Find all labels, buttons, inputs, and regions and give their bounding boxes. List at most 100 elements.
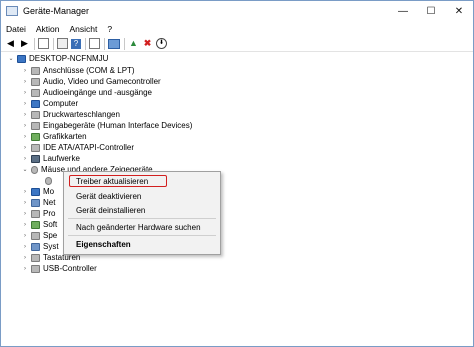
expand-icon[interactable]: ›: [21, 156, 29, 162]
printer-icon: [31, 110, 40, 119]
tree-item-druckwarteschlangen[interactable]: › Druckwarteschlangen: [21, 109, 120, 120]
hid-icon: [31, 121, 40, 130]
tree-item-ide-controller[interactable]: › IDE ATA/ATAPI-Controller: [21, 142, 134, 153]
menu-ansicht[interactable]: Ansicht: [64, 24, 102, 34]
tree-item-label: Druckwarteschlangen: [43, 110, 120, 119]
expand-icon[interactable]: ›: [21, 266, 29, 272]
toolbar-separator: [34, 37, 35, 50]
monitor-icon: [31, 99, 40, 108]
computer-icon: [17, 54, 26, 63]
device-manager-app-icon: [6, 6, 18, 16]
tree-item-label: Net: [43, 198, 56, 207]
tree-item-label: Eingabegeräte (Human Interface Devices): [43, 121, 193, 130]
menu-separator: [68, 218, 216, 219]
expand-icon[interactable]: ›: [21, 200, 29, 206]
tree-item-prozessoren[interactable]: › Pro: [21, 208, 55, 219]
title-bar: Geräte-Manager — ☐ ✕: [1, 1, 473, 21]
tree-item-speicher[interactable]: › Spe: [21, 230, 57, 241]
port-icon: [31, 66, 40, 75]
tree-item-system[interactable]: › Syst: [21, 241, 59, 252]
expand-icon[interactable]: ›: [21, 112, 29, 118]
tree-item-audio-video[interactable]: › Audio, Video und Gamecontroller: [21, 76, 161, 87]
maximize-button[interactable]: ☐: [417, 1, 445, 21]
collapse-icon[interactable]: ⌄: [21, 166, 29, 173]
menu-item-scan-hardware[interactable]: Nach geänderter Hardware suchen: [76, 223, 201, 232]
show-hidden-icon[interactable]: [38, 38, 49, 49]
window-title: Geräte-Manager: [23, 6, 90, 16]
tree-root-label: DESKTOP-NCFNMJU: [29, 54, 109, 63]
tree-item-label: USB-Controller: [43, 264, 97, 273]
expand-icon[interactable]: ›: [21, 90, 29, 96]
graphics-card-icon: [31, 132, 40, 141]
toolbar-separator: [104, 37, 105, 50]
back-icon[interactable]: ◀: [5, 38, 16, 49]
tree-item-label: Grafikkarten: [43, 132, 87, 141]
expand-icon[interactable]: ›: [21, 101, 29, 107]
tree-item-laufwerke[interactable]: › Laufwerke: [21, 153, 80, 164]
toolbar-separator: [53, 37, 54, 50]
tree-item-label: Pro: [43, 209, 56, 218]
tree-item-label: Soft: [43, 220, 58, 229]
expand-icon[interactable]: ›: [21, 123, 29, 129]
tree-item-grafikkarten[interactable]: › Grafikkarten: [21, 131, 87, 142]
menu-help[interactable]: ?: [102, 24, 117, 34]
tree-root[interactable]: ⌄ DESKTOP-NCFNMJU: [7, 53, 108, 64]
menu-datei[interactable]: Datei: [1, 24, 31, 34]
menu-item-update-driver[interactable]: Treiber aktualisieren: [76, 177, 148, 186]
tree-item-label: Audioeingänge und -ausgänge: [43, 88, 152, 97]
tree-item-monitore[interactable]: › Mo: [21, 186, 54, 197]
drive-icon: [31, 154, 40, 163]
window-controls: — ☐ ✕: [389, 1, 473, 21]
expand-icon[interactable]: ›: [21, 145, 29, 151]
expand-icon[interactable]: ›: [21, 211, 29, 217]
expand-icon[interactable]: ›: [21, 233, 29, 239]
tree-item-label: Computer: [43, 99, 79, 108]
tree-item-label: Laufwerke: [43, 154, 80, 163]
mouse-icon: [31, 165, 38, 174]
tree-item-label: Anschlüsse (COM & LPT): [43, 66, 135, 75]
tree-item-audioeingaenge[interactable]: › Audioeingänge und -ausgänge: [21, 87, 152, 98]
system-device-icon: [31, 242, 40, 251]
tree-item-software[interactable]: › Soft: [21, 219, 57, 230]
menu-aktion[interactable]: Aktion: [31, 24, 65, 34]
monitor-icon[interactable]: [108, 38, 120, 49]
tree-item-usb-controller[interactable]: › USB-Controller: [21, 263, 97, 274]
processor-icon: [31, 209, 40, 218]
remove-icon[interactable]: ✖: [142, 38, 153, 49]
tree-item-eingabegeraete[interactable]: › Eingabegeräte (Human Interface Devices…: [21, 120, 192, 131]
toolbar-separator: [124, 37, 125, 50]
forward-icon[interactable]: ▶: [19, 38, 30, 49]
ide-controller-icon: [31, 143, 40, 152]
expand-icon[interactable]: ›: [21, 255, 29, 261]
close-button[interactable]: ✕: [445, 1, 473, 21]
expand-icon[interactable]: ›: [21, 189, 29, 195]
menu-item-properties[interactable]: Eigenschaften: [76, 240, 131, 249]
menu-item-disable-device[interactable]: Gerät deaktivieren: [76, 192, 141, 201]
expand-icon[interactable]: ›: [21, 244, 29, 250]
expand-icon[interactable]: ›: [21, 68, 29, 74]
download-icon[interactable]: ⬇: [156, 38, 167, 49]
toolbar: ◀ ▶ ? ▲ ✖ ⬇: [1, 36, 473, 52]
tree-item-label: Mo: [43, 187, 55, 196]
view-icon[interactable]: [89, 38, 100, 49]
update-driver-icon[interactable]: ▲: [128, 38, 139, 49]
menu-item-uninstall-device[interactable]: Gerät deinstallieren: [76, 206, 145, 215]
tree-item-label: Audio, Video und Gamecontroller: [43, 77, 161, 86]
tree-item-selected-mouse[interactable]: [35, 175, 55, 186]
tree-item-netzwerk[interactable]: › Net: [21, 197, 55, 208]
expand-icon[interactable]: ›: [21, 134, 29, 140]
software-device-icon: [31, 220, 40, 229]
keyboard-icon: [31, 253, 40, 262]
collapse-icon[interactable]: ⌄: [7, 55, 15, 62]
minimize-button[interactable]: —: [389, 1, 417, 21]
help-icon[interactable]: ?: [71, 38, 81, 49]
expand-icon[interactable]: ›: [21, 222, 29, 228]
tree-item-anschluesse[interactable]: › Anschlüsse (COM & LPT): [21, 65, 135, 76]
context-menu: Treiber aktualisieren Gerät deaktivieren…: [63, 171, 221, 255]
audio-io-icon: [31, 88, 40, 97]
expand-icon[interactable]: ›: [21, 79, 29, 85]
usb-icon: [31, 264, 40, 273]
tree-item-computer[interactable]: › Computer: [21, 98, 78, 109]
tree-item-label: Syst: [43, 242, 59, 251]
properties-icon[interactable]: [57, 38, 68, 49]
